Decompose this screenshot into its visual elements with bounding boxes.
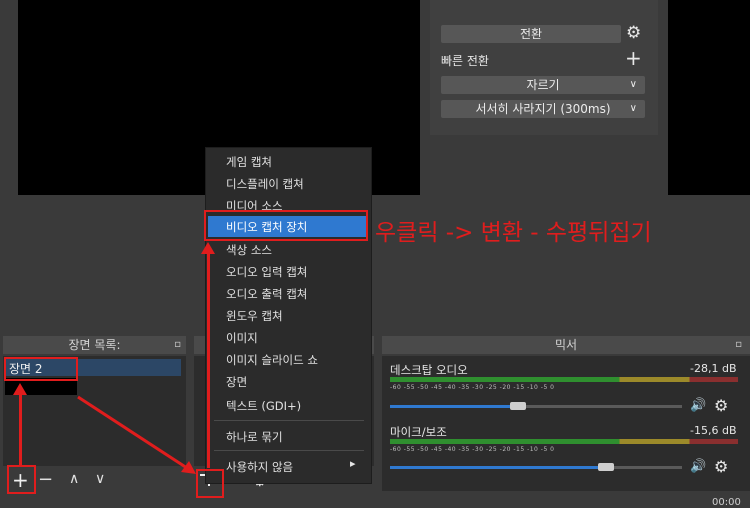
arrow-diagonal: [77, 395, 196, 474]
